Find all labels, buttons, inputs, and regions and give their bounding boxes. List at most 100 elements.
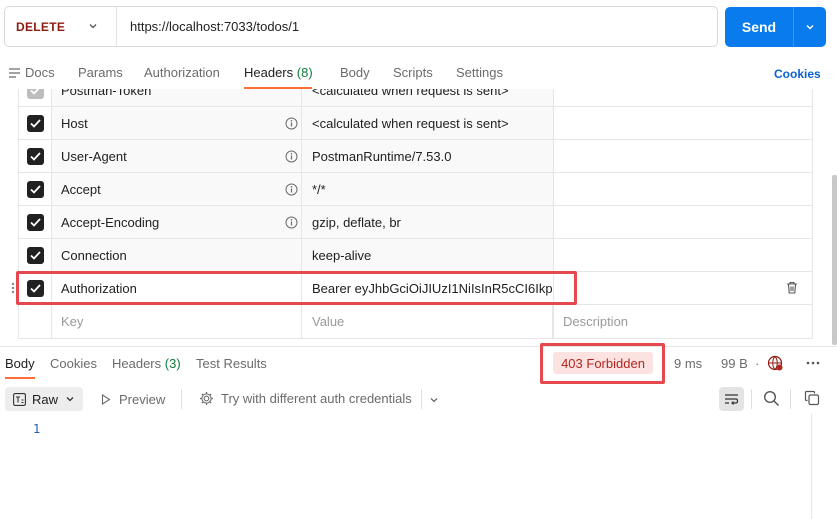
table-row: User-Agent PostmanRuntime/7.53.0 [19,140,812,173]
new-key-input[interactable]: Key [51,305,302,338]
row-checkbox[interactable] [26,89,44,99]
format-label: Raw [32,391,59,407]
tab-response-body[interactable]: Body [5,356,35,371]
info-icon [285,216,298,229]
format-select[interactable]: Raw [5,387,83,411]
tab-params[interactable]: Params [78,65,123,80]
header-description[interactable] [553,173,814,205]
play-icon [101,394,111,405]
row-checkbox[interactable] [26,246,44,264]
chevron-down-icon[interactable] [428,394,440,406]
trash-icon[interactable] [786,281,798,294]
header-key: Host [51,107,302,139]
check-icon [29,217,41,227]
toolbar-divider [181,389,182,409]
toolbar-divider [751,389,752,409]
row-checkbox[interactable] [26,147,44,165]
active-tab-indicator [5,377,35,379]
request-tabs: Docs Params Authorization Headers (8) Bo… [0,56,837,90]
tab-response-cookies[interactable]: Cookies [50,356,97,371]
tab-response-headers-count: (3) [164,356,181,371]
line-number: 1 [33,422,41,436]
status-highlight-box [540,343,665,384]
info-icon [285,117,298,130]
tab-headers-label: Headers [244,65,294,80]
drag-handle-icon[interactable] [11,282,15,294]
send-button[interactable]: Send [725,19,793,35]
new-description-input[interactable]: Description [553,305,814,338]
try-auth-button[interactable]: Try with different auth credentials [199,391,412,406]
cookies-link[interactable]: Cookies [774,67,821,81]
method-label: DELETE [16,19,66,34]
tab-scripts[interactable]: Scripts [393,65,433,80]
check-icon [29,118,41,128]
tab-authorization[interactable]: Authorization [144,65,220,80]
header-description[interactable] [553,140,814,172]
row-checkbox[interactable] [26,114,44,132]
url-input[interactable]: https://localhost:7033/todos/1 [117,19,299,34]
scrollbar[interactable] [832,175,837,345]
tab-test-results[interactable]: Test Results [196,356,267,371]
chevron-down-icon [66,397,74,402]
header-description[interactable] [553,239,814,271]
header-description[interactable] [553,89,814,106]
header-description[interactable] [553,206,814,238]
wrap-lines-icon [725,393,739,405]
more-options-icon[interactable] [805,355,821,371]
header-description[interactable] [553,272,814,304]
table-row-new: Key Value Description [19,305,812,338]
toolbar-divider [790,389,791,409]
tab-response-headers[interactable]: Headers (3) [112,356,181,371]
check-icon [29,184,41,194]
preview-button[interactable]: Preview [101,392,165,407]
header-description[interactable] [553,107,814,139]
response-size[interactable]: 99 B [721,356,748,371]
tab-headers-count: (8) [296,65,313,80]
url-bar: DELETE https://localhost:7033/todos/1 [4,6,718,47]
check-icon [29,151,41,161]
response-tabs: Body Cookies Headers (3) Test Results [0,347,837,380]
info-icon [285,183,298,196]
tab-docs[interactable]: Docs [25,65,55,80]
tab-headers[interactable]: Headers (8) [244,65,313,80]
search-icon[interactable] [763,390,780,407]
editor-scroll-track [811,414,812,519]
globe-icon[interactable] [767,355,783,371]
wrap-lines-button[interactable] [719,387,744,411]
header-value: PostmanRuntime/7.53.0 [302,140,553,172]
method-select[interactable]: DELETE [5,7,117,46]
text-format-icon [13,392,26,406]
chevron-down-icon [89,24,97,29]
tab-settings[interactable]: Settings [456,65,503,80]
header-value: keep-alive [302,239,553,271]
authorization-highlight-box [16,271,577,305]
header-key: Accept-Encoding [51,206,302,238]
row-checkbox[interactable] [26,180,44,198]
check-icon [29,250,41,260]
table-row: Host <calculated when request is sent> [19,107,812,140]
table-row: Connection keep-alive [19,239,812,272]
header-value: <calculated when request is sent> [302,89,553,106]
send-options-button[interactable] [794,21,826,33]
chevron-down-icon [806,25,814,30]
send-button-group: Send [725,7,826,47]
new-value-input[interactable]: Value [302,305,553,338]
header-value: */* [302,173,553,205]
check-icon [29,89,39,95]
copy-icon[interactable] [804,390,820,406]
docs-icon [9,68,20,78]
response-body-editor[interactable]: 1 [0,414,837,519]
tab-body[interactable]: Body [340,65,370,80]
info-icon [285,150,298,163]
row-checkbox[interactable] [26,213,44,231]
table-row: Accept-Encoding gzip, deflate, br [19,206,812,239]
meta-separator-dot: · [755,356,760,371]
header-key: Postman-Token [51,89,302,106]
response-time[interactable]: 9 ms [674,356,702,371]
toolbar-divider [421,389,422,409]
tab-response-headers-label: Headers [112,356,162,371]
header-key: User-Agent [51,140,302,172]
preview-label: Preview [119,392,166,407]
table-row: Postman-Token <calculated when request i… [19,89,812,107]
table-row: Accept */* [19,173,812,206]
